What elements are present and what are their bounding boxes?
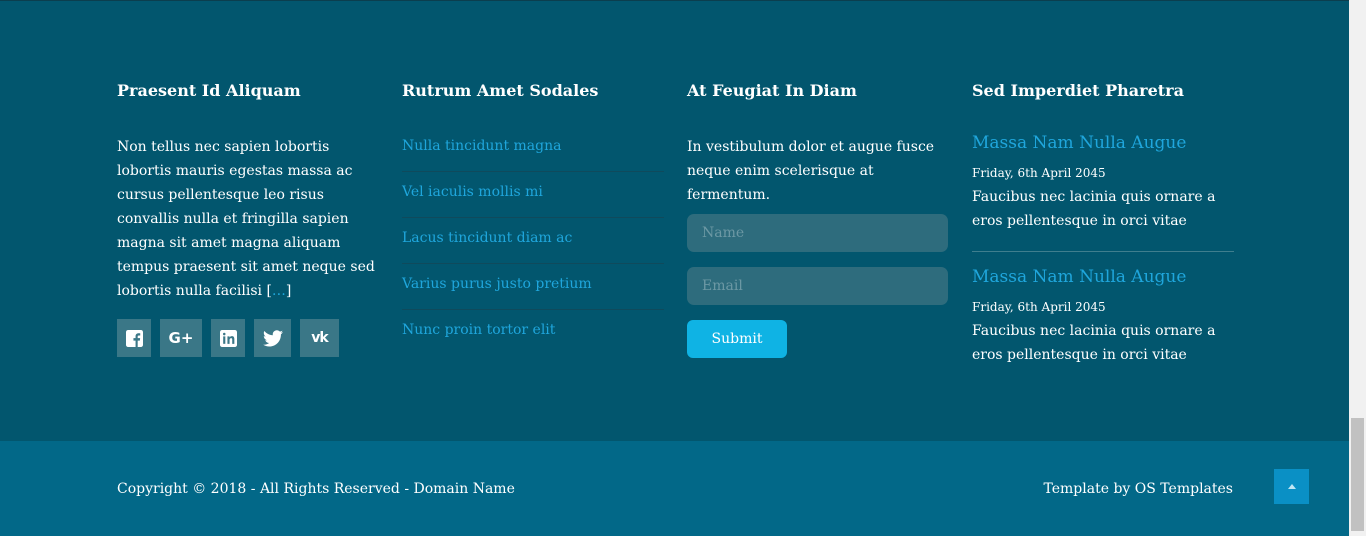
posts-heading: Sed Imperdiet Pharetra bbox=[972, 81, 1184, 100]
linkedin-icon bbox=[219, 329, 237, 347]
copyright-text: Copyright © 2018 - All Rights Reserved -… bbox=[117, 481, 515, 497]
linkedin-button[interactable] bbox=[211, 319, 245, 357]
link-item[interactable]: Nulla tincidunt magna bbox=[402, 127, 664, 172]
google-plus-button[interactable]: G+ bbox=[160, 319, 202, 357]
footer-main: Praesent Id Aliquam Non tellus nec sapie… bbox=[0, 0, 1349, 441]
twitter-icon bbox=[262, 329, 283, 346]
vk-button[interactable]: vk bbox=[300, 319, 339, 357]
facebook-icon bbox=[125, 329, 143, 347]
read-more-link[interactable]: … bbox=[272, 283, 286, 299]
post-divider bbox=[972, 251, 1234, 252]
post-title-link[interactable]: Massa Nam Nulla Augue bbox=[972, 267, 1234, 287]
post-date: Friday, 6th April 2045 bbox=[972, 166, 1106, 180]
link-item[interactable]: Nunc proin tortor elit bbox=[402, 311, 664, 356]
link-item[interactable]: Lacus tincidunt diam ac bbox=[402, 219, 664, 264]
google-plus-icon: G+ bbox=[168, 329, 194, 347]
email-input[interactable] bbox=[687, 267, 948, 305]
twitter-button[interactable] bbox=[254, 319, 291, 357]
name-input[interactable] bbox=[687, 214, 948, 252]
social-links: G+ vk bbox=[117, 319, 348, 357]
link-item[interactable]: Vel iaculis mollis mi bbox=[402, 173, 664, 218]
submit-button[interactable]: Submit bbox=[687, 320, 787, 358]
link-item[interactable]: Varius purus justo pretium bbox=[402, 265, 664, 310]
about-text: Non tellus nec sapien lobortis lobortis … bbox=[117, 139, 375, 299]
facebook-button[interactable] bbox=[117, 319, 151, 357]
scrollbar-thumb[interactable] bbox=[1351, 418, 1364, 531]
post-excerpt: Faucibus nec lacinia quis ornare a eros … bbox=[972, 323, 1216, 363]
links-heading: Rutrum Amet Sodales bbox=[402, 81, 599, 100]
post-excerpt: Faucibus nec lacinia quis ornare a eros … bbox=[972, 189, 1216, 229]
post-title-link[interactable]: Massa Nam Nulla Augue bbox=[972, 133, 1234, 153]
post-date: Friday, 6th April 2045 bbox=[972, 300, 1106, 314]
template-credit: Template by OS Templates bbox=[1043, 481, 1234, 497]
post-item: Massa Nam Nulla Augue Friday, 6th April … bbox=[972, 133, 1234, 233]
vk-icon: vk bbox=[311, 330, 328, 346]
scroll-top-button[interactable] bbox=[1274, 469, 1309, 504]
page-scrollbar[interactable] bbox=[1349, 0, 1366, 536]
about-heading: Praesent Id Aliquam bbox=[117, 81, 301, 100]
post-item: Massa Nam Nulla Augue Friday, 6th April … bbox=[972, 267, 1234, 367]
chevron-up-icon bbox=[1287, 484, 1296, 489]
newsletter-text: In vestibulum dolor et augue fusce neque… bbox=[687, 139, 935, 203]
newsletter-heading: At Feugiat In Diam bbox=[687, 81, 857, 100]
link-list: Nulla tincidunt magna Vel iaculis mollis… bbox=[402, 127, 664, 357]
